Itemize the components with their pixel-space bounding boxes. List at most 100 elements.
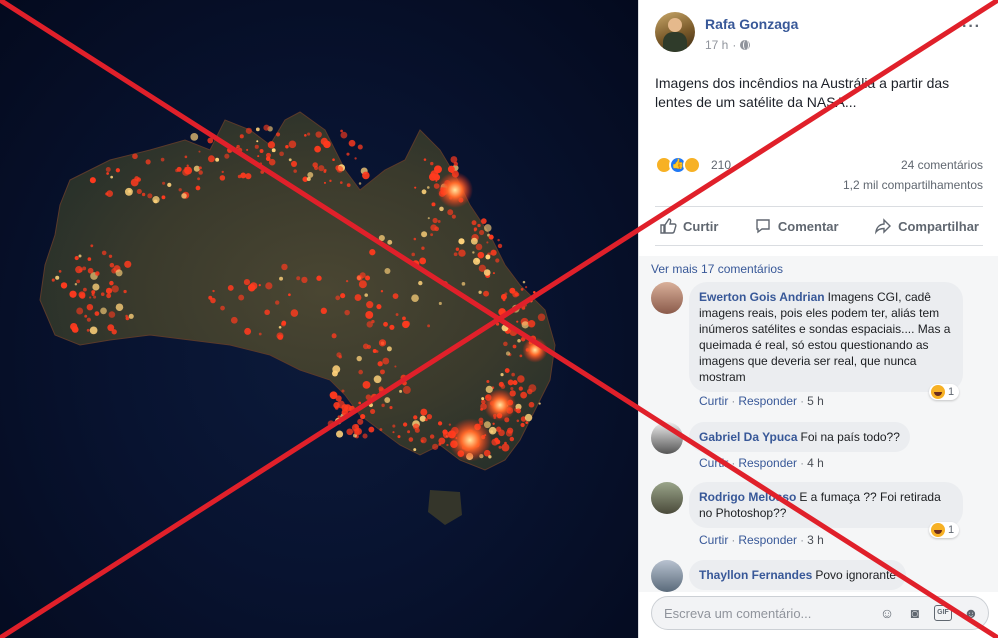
sticker-icon[interactable]: ☻ bbox=[962, 604, 980, 622]
comment-like-link[interactable]: Curtir bbox=[699, 394, 728, 408]
fire-spot bbox=[537, 313, 546, 322]
commenter-name[interactable]: Ewerton Gois Andrian bbox=[699, 290, 825, 304]
fire-spot bbox=[51, 278, 55, 282]
comment-reactions[interactable]: 1 bbox=[929, 522, 960, 538]
comment-time[interactable]: 5 h bbox=[807, 394, 824, 408]
fire-spot bbox=[437, 421, 443, 426]
fire-spot bbox=[413, 448, 417, 452]
author-avatar[interactable] bbox=[655, 12, 695, 52]
comment-like-link[interactable]: Curtir bbox=[699, 456, 728, 470]
commenter-name[interactable]: Thayllon Fernandes bbox=[699, 568, 812, 582]
comment-reply-link[interactable]: Responder bbox=[738, 394, 797, 408]
fire-spot bbox=[288, 158, 292, 162]
fire-spot bbox=[109, 262, 115, 268]
comment-reactions[interactable]: 1 bbox=[929, 384, 960, 400]
see-more-comments-link[interactable]: Ver mais 17 comentários bbox=[651, 262, 783, 276]
emoji-icon[interactable]: ☺ bbox=[878, 604, 896, 622]
commenter-name[interactable]: Rodrigo Melosso bbox=[699, 490, 796, 504]
fire-spot bbox=[365, 311, 374, 319]
australia-fire-map bbox=[39, 111, 556, 525]
author-name[interactable]: Rafa Gonzaga bbox=[705, 16, 798, 32]
comment-button[interactable]: Comentar bbox=[754, 217, 839, 235]
comment-reply-link[interactable]: Responder bbox=[738, 533, 797, 547]
fire-spot bbox=[399, 389, 403, 393]
fire-spot bbox=[100, 292, 105, 296]
comment-like-link[interactable]: Curtir bbox=[699, 533, 728, 547]
fire-spot bbox=[387, 239, 393, 245]
fire-spot bbox=[511, 372, 515, 377]
fire-spot bbox=[472, 251, 475, 254]
comment-input[interactable]: Escreva um comentário... ☺ ◙ GIF ☻ bbox=[651, 596, 989, 630]
commenter-avatar[interactable] bbox=[651, 422, 683, 454]
fire-spot bbox=[84, 314, 88, 318]
fire-spot bbox=[108, 254, 113, 259]
fire-spot bbox=[389, 406, 393, 410]
shares-count[interactable]: 1,2 mil compartilhamentos bbox=[843, 178, 983, 192]
fire-spot bbox=[244, 327, 252, 335]
fire-spot bbox=[492, 272, 495, 275]
fire-spot bbox=[240, 172, 247, 179]
fire-spot bbox=[366, 301, 374, 309]
reaction-count[interactable]: 210 bbox=[711, 158, 731, 172]
fire-spot bbox=[105, 287, 113, 294]
fire-spot bbox=[365, 275, 371, 281]
comment-time[interactable]: 4 h bbox=[807, 456, 824, 470]
fire-spot bbox=[290, 160, 298, 167]
post-time[interactable]: 17 h bbox=[705, 38, 728, 52]
fire-spot bbox=[315, 131, 322, 138]
camera-icon[interactable]: ◙ bbox=[906, 604, 924, 622]
fire-spot bbox=[279, 276, 284, 281]
fire-spot bbox=[486, 241, 489, 244]
fire-spot bbox=[501, 443, 510, 452]
fire-spot bbox=[198, 166, 202, 170]
fire-spot bbox=[222, 141, 226, 146]
fire-spot bbox=[186, 164, 189, 167]
fire-spot bbox=[458, 249, 466, 257]
gif-icon[interactable]: GIF bbox=[934, 605, 952, 621]
fire-spot bbox=[76, 279, 81, 284]
fire-spot bbox=[152, 195, 160, 204]
fire-spot bbox=[145, 159, 151, 165]
fire-spot bbox=[450, 156, 458, 163]
wow-reaction-icon bbox=[683, 156, 701, 174]
fire-spot bbox=[431, 202, 436, 207]
fire-spot bbox=[504, 368, 510, 373]
fire-spot bbox=[124, 260, 132, 268]
fire-spot bbox=[338, 355, 342, 359]
comment-time[interactable]: 3 h bbox=[807, 533, 824, 547]
fire-spot bbox=[523, 303, 527, 307]
fire-spot bbox=[210, 297, 216, 304]
fire-spot bbox=[111, 329, 117, 335]
fire-spot bbox=[271, 148, 276, 153]
comments-count[interactable]: 24 comentários bbox=[901, 158, 983, 172]
commenter-avatar[interactable] bbox=[651, 560, 683, 592]
fire-spot bbox=[397, 435, 401, 439]
fire-spot bbox=[402, 380, 407, 386]
fire-spot bbox=[442, 281, 448, 287]
fire-spot bbox=[432, 217, 438, 224]
fire-spot bbox=[134, 176, 140, 181]
fire-spot bbox=[386, 346, 392, 352]
fire-spot bbox=[125, 316, 130, 321]
fire-spot bbox=[438, 442, 442, 446]
fire-spot bbox=[490, 249, 497, 256]
fire-spot bbox=[245, 173, 252, 180]
commenter-avatar[interactable] bbox=[651, 282, 683, 314]
more-options-icon[interactable]: ··· bbox=[962, 18, 981, 36]
fire-spot bbox=[207, 155, 215, 163]
commenter-name[interactable]: Gabriel Da Ypuca bbox=[699, 430, 798, 444]
fire-spot bbox=[500, 373, 504, 377]
action-bar: Curtir Comentar Compartilhar bbox=[655, 206, 983, 246]
comment-reply-link[interactable]: Responder bbox=[738, 456, 797, 470]
share-button[interactable]: Compartilhar bbox=[874, 217, 979, 235]
commenter-avatar[interactable] bbox=[651, 482, 683, 514]
like-button[interactable]: Curtir bbox=[659, 217, 718, 235]
satellite-image bbox=[0, 0, 638, 638]
fire-spot bbox=[115, 168, 121, 173]
fire-spot bbox=[362, 380, 371, 389]
fire-spot bbox=[281, 263, 288, 271]
reaction-icons[interactable]: 👍 bbox=[655, 156, 701, 174]
fire-spot bbox=[368, 402, 373, 408]
fire-spot bbox=[389, 324, 395, 330]
fire-spot bbox=[235, 146, 239, 149]
